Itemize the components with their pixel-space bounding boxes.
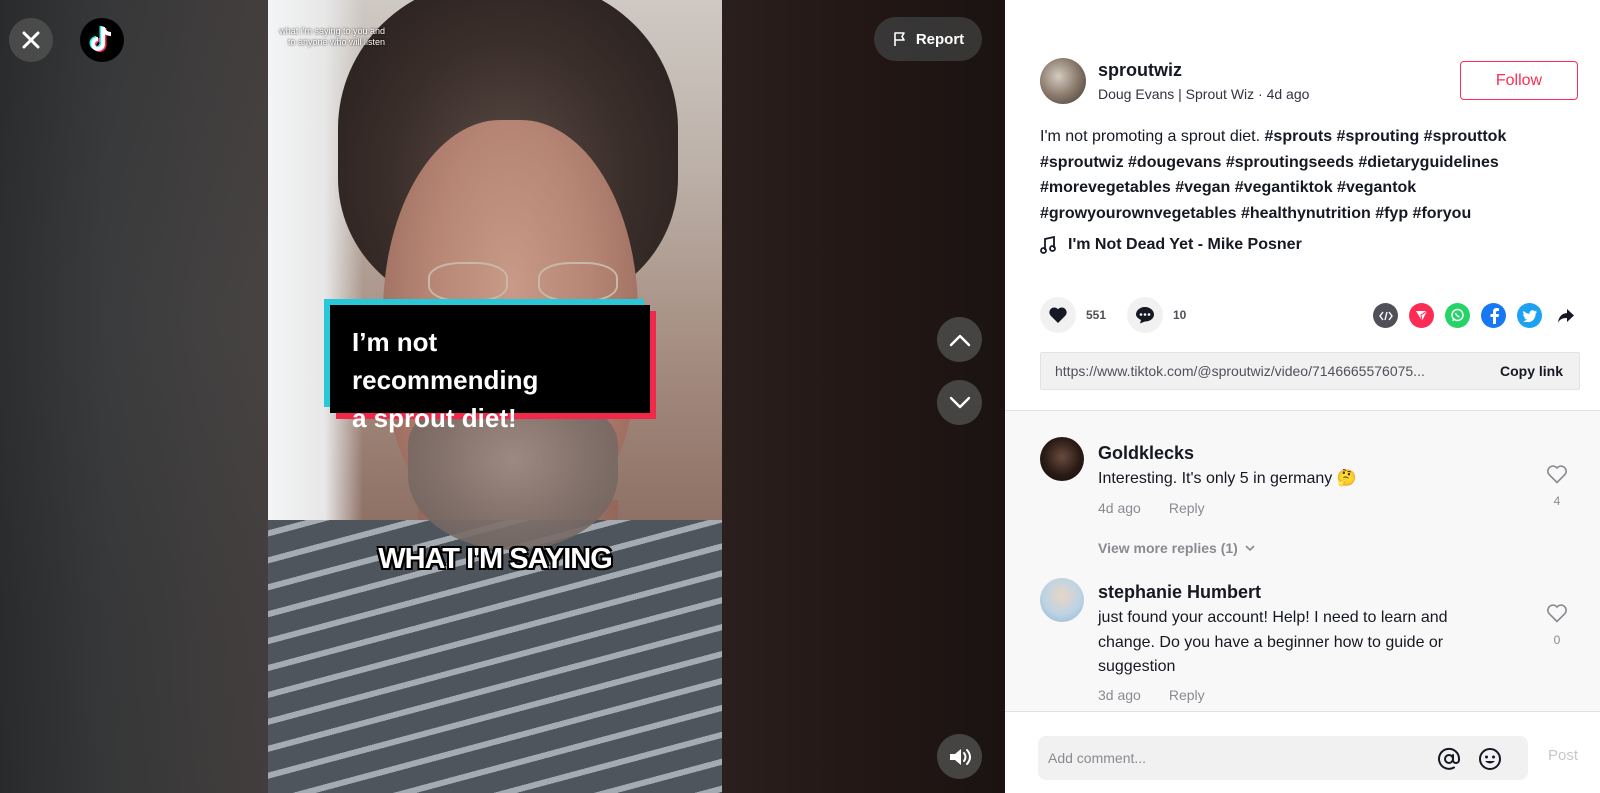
close-icon bbox=[22, 31, 40, 49]
comment-time: 4d ago bbox=[1098, 500, 1141, 516]
next-video-button[interactable] bbox=[937, 380, 982, 425]
hashtag-link[interactable]: #growyourownvegetables bbox=[1040, 205, 1237, 222]
comment-action[interactable]: 10 bbox=[1127, 297, 1186, 333]
author-avatar[interactable] bbox=[1040, 58, 1086, 104]
copy-link-button[interactable]: Copy link bbox=[1500, 363, 1563, 379]
comment-bar: Post bbox=[1005, 711, 1600, 793]
comment-like-button[interactable] bbox=[1545, 603, 1569, 628]
comment-meta: 3d ago Reply bbox=[1098, 687, 1205, 703]
comment-button[interactable] bbox=[1127, 297, 1163, 333]
send-icon[interactable] bbox=[1409, 303, 1434, 328]
video-url[interactable]: https://www.tiktok.com/@sproutwiz/video/… bbox=[1055, 363, 1465, 379]
twitter-icon[interactable] bbox=[1517, 303, 1542, 328]
description-text: I'm not promoting a sprout diet. bbox=[1040, 128, 1261, 145]
hashtag-link[interactable]: #vegan bbox=[1175, 179, 1230, 196]
author-username[interactable]: sproutwiz bbox=[1098, 60, 1182, 81]
hashtag-link[interactable]: #dietaryguidelines bbox=[1358, 154, 1499, 171]
previous-video-button[interactable] bbox=[937, 317, 982, 362]
heart-icon bbox=[1049, 307, 1067, 323]
comment-avatar[interactable] bbox=[1040, 578, 1084, 622]
hashtag-link[interactable]: #sprouting bbox=[1337, 128, 1420, 145]
video-small-caption: what i'm saying to you and to anyone who… bbox=[279, 26, 385, 47]
comment-list[interactable]: Goldklecks Interesting. It's only 5 in g… bbox=[1005, 410, 1600, 711]
video-link-box: https://www.tiktok.com/@sproutwiz/video/… bbox=[1040, 352, 1580, 390]
video-text-overlay: I’m not recommending a sprout diet! bbox=[330, 305, 650, 433]
hashtag-link[interactable]: #sprouttok bbox=[1424, 128, 1507, 145]
hashtag-link[interactable]: #healthynutrition bbox=[1241, 205, 1371, 222]
facebook-icon[interactable] bbox=[1481, 303, 1506, 328]
follow-button[interactable]: Follow bbox=[1460, 61, 1578, 100]
volume-button[interactable] bbox=[937, 734, 982, 779]
embed-icon[interactable] bbox=[1373, 303, 1398, 328]
mention-icon[interactable] bbox=[1437, 747, 1461, 776]
like-count: 551 bbox=[1086, 308, 1107, 322]
close-button[interactable] bbox=[9, 18, 53, 62]
hashtag-link[interactable]: #vegantiktok bbox=[1235, 179, 1333, 196]
speaker-icon bbox=[949, 748, 971, 765]
like-action[interactable]: 551 bbox=[1040, 297, 1106, 333]
author-subtitle: Doug Evans | Sprout Wiz · 4d ago bbox=[1098, 86, 1310, 102]
music-link[interactable]: I'm Not Dead Yet - Mike Posner bbox=[1040, 236, 1302, 254]
hashtag-link[interactable]: #foryou bbox=[1413, 205, 1472, 222]
share-arrow-icon[interactable] bbox=[1553, 303, 1578, 328]
comment-like-button[interactable] bbox=[1545, 464, 1569, 489]
tiktok-logo[interactable] bbox=[80, 18, 124, 62]
reply-button[interactable]: Reply bbox=[1169, 500, 1205, 516]
hashtag-link[interactable]: #morevegetables bbox=[1040, 179, 1171, 196]
flag-icon bbox=[894, 32, 905, 46]
overlay-line-2: a sprout diet! bbox=[352, 403, 517, 433]
music-note-icon bbox=[1040, 236, 1056, 254]
music-title: I'm Not Dead Yet - Mike Posner bbox=[1068, 236, 1302, 253]
comment-text: just found your account! Help! I need to… bbox=[1098, 609, 1448, 675]
post-button[interactable]: Post bbox=[1548, 747, 1578, 764]
like-button[interactable] bbox=[1040, 297, 1076, 333]
chevron-up-icon bbox=[949, 334, 970, 346]
comment-username[interactable]: stephanie Humbert bbox=[1098, 582, 1261, 603]
hashtag-link[interactable]: #sprouts bbox=[1265, 128, 1333, 145]
view-more-replies[interactable]: View more replies (1) bbox=[1098, 540, 1256, 556]
video-stage: what i'm saying to you and to anyone who… bbox=[0, 0, 1005, 793]
tiktok-logo-icon bbox=[89, 26, 112, 52]
whatsapp-icon[interactable] bbox=[1445, 303, 1470, 328]
chevron-down-icon bbox=[1245, 545, 1255, 552]
report-button[interactable]: Report bbox=[874, 17, 982, 61]
comment-count: 10 bbox=[1173, 308, 1187, 322]
report-label: Report bbox=[915, 30, 965, 48]
video-caption: WHAT I'M SAYING bbox=[378, 543, 613, 575]
comment-avatar[interactable] bbox=[1040, 437, 1084, 481]
overlay-line-1: I’m not recommending bbox=[352, 327, 539, 395]
emoji-icon[interactable] bbox=[1478, 747, 1502, 776]
chevron-down-icon bbox=[949, 396, 970, 408]
info-panel: sproutwiz Doug Evans | Sprout Wiz · 4d a… bbox=[1005, 0, 1600, 793]
comment-like-count: 4 bbox=[1553, 494, 1561, 508]
hashtag-link[interactable]: #vegantok bbox=[1337, 179, 1416, 196]
comment-bubble-icon bbox=[1136, 307, 1154, 324]
heart-outline-icon bbox=[1547, 604, 1567, 623]
hashtag-link[interactable]: #sproutingseeds bbox=[1226, 154, 1354, 171]
view-more-replies-label: View more replies (1) bbox=[1098, 540, 1238, 556]
hashtag-link[interactable]: #dougevans bbox=[1128, 154, 1221, 171]
video-description: I'm not promoting a sprout diet. #sprout… bbox=[1040, 124, 1570, 226]
comment-meta: 4d ago Reply bbox=[1098, 500, 1205, 516]
blurred-backdrop-left bbox=[0, 0, 268, 793]
comment-like-count: 0 bbox=[1553, 633, 1561, 647]
comment-text: Interesting. It's only 5 in germany 🤔 bbox=[1098, 470, 1357, 487]
hashtag-link[interactable]: #sproutwiz bbox=[1040, 154, 1124, 171]
video-person-glasses bbox=[428, 262, 628, 302]
comment-username[interactable]: Goldklecks bbox=[1098, 443, 1194, 464]
hashtag-link[interactable]: #fyp bbox=[1375, 205, 1408, 222]
heart-outline-icon bbox=[1547, 465, 1567, 484]
reply-button[interactable]: Reply bbox=[1169, 687, 1205, 703]
comment-time: 3d ago bbox=[1098, 687, 1141, 703]
